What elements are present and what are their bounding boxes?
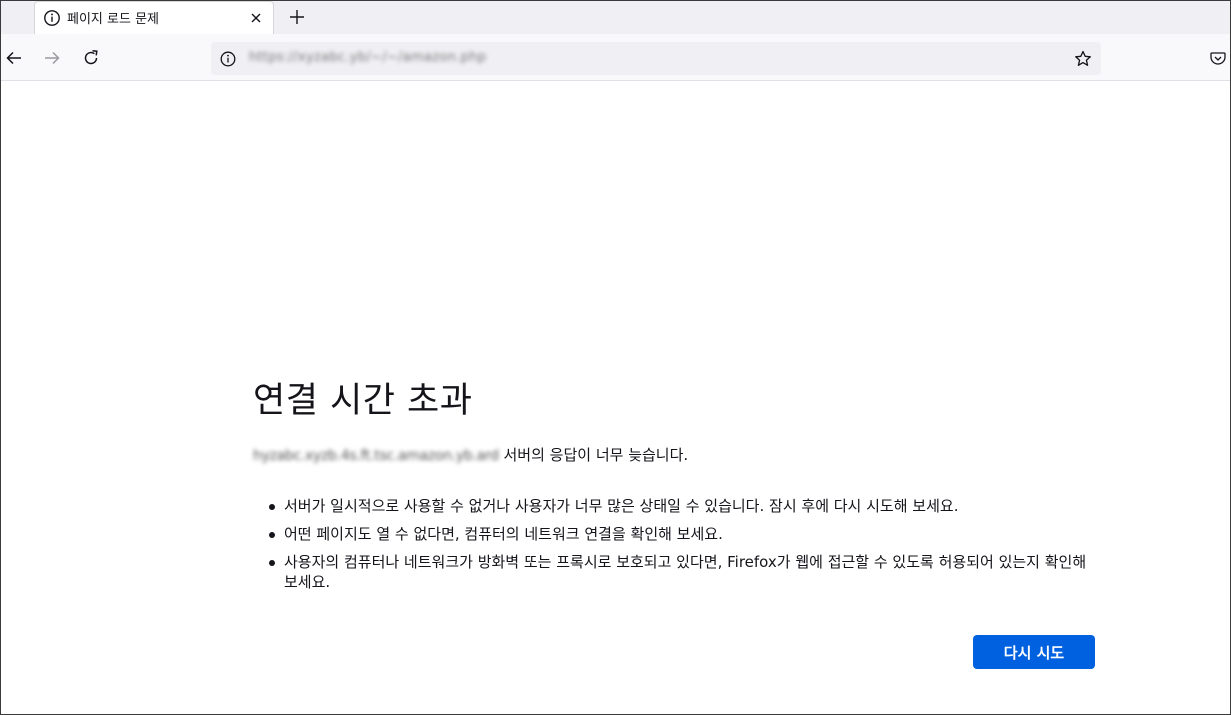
forward-arrow-icon[interactable]	[42, 48, 62, 68]
close-icon[interactable]	[247, 9, 265, 27]
tab-active[interactable]: 페이지 로드 문제	[34, 1, 274, 34]
retry-button[interactable]: 다시 시도	[973, 635, 1095, 669]
plus-icon[interactable]	[287, 7, 307, 27]
error-title: 연결 시간 초과	[253, 381, 473, 421]
tab-strip: 페이지 로드 문제	[1, 1, 1230, 34]
reload-icon[interactable]	[81, 48, 101, 68]
star-icon[interactable]	[1073, 49, 1093, 69]
error-description-text: 서버의 응답이 너무 늦습니다.	[498, 446, 689, 464]
list-item: 사용자의 컴퓨터나 네트워크가 방화벽 또는 프록시로 보호되고 있다면, Fi…	[269, 552, 1101, 592]
browser-window: 페이지 로드 문제 https://xyzabc.yb/~/~/amazon.p…	[0, 0, 1231, 715]
address-bar[interactable]: https://xyzabc.yb/~/~/amazon.php	[211, 42, 1101, 75]
server-host: hyzabc.xyzb.4s.ft.tsc.amazon.yb.ard	[253, 448, 499, 464]
tab-title: 페이지 로드 문제	[67, 12, 159, 27]
error-page: 연결 시간 초과 hyzabc.xyzb.4s.ft.tsc.amazon.yb…	[1, 82, 1230, 714]
info-icon	[43, 9, 61, 27]
back-arrow-icon[interactable]	[4, 48, 24, 68]
pocket-icon[interactable]	[1209, 49, 1227, 67]
url-text[interactable]: https://xyzabc.yb/~/~/amazon.php	[249, 50, 486, 65]
suggestion-list: 서버가 일시적으로 사용할 수 없거나 사용자가 너무 많은 상태일 수 있습니…	[269, 496, 1101, 600]
list-item: 서버가 일시적으로 사용할 수 없거나 사용자가 너무 많은 상태일 수 있습니…	[269, 496, 1101, 516]
error-description: hyzabc.xyzb.4s.ft.tsc.amazon.yb.ard 서버의 …	[253, 444, 688, 465]
list-item: 어떤 페이지도 열 수 없다면, 컴퓨터의 네트워크 연결을 확인해 보세요.	[269, 524, 1101, 544]
navigation-toolbar: https://xyzabc.yb/~/~/amazon.php	[1, 34, 1230, 81]
info-icon[interactable]	[219, 50, 237, 68]
